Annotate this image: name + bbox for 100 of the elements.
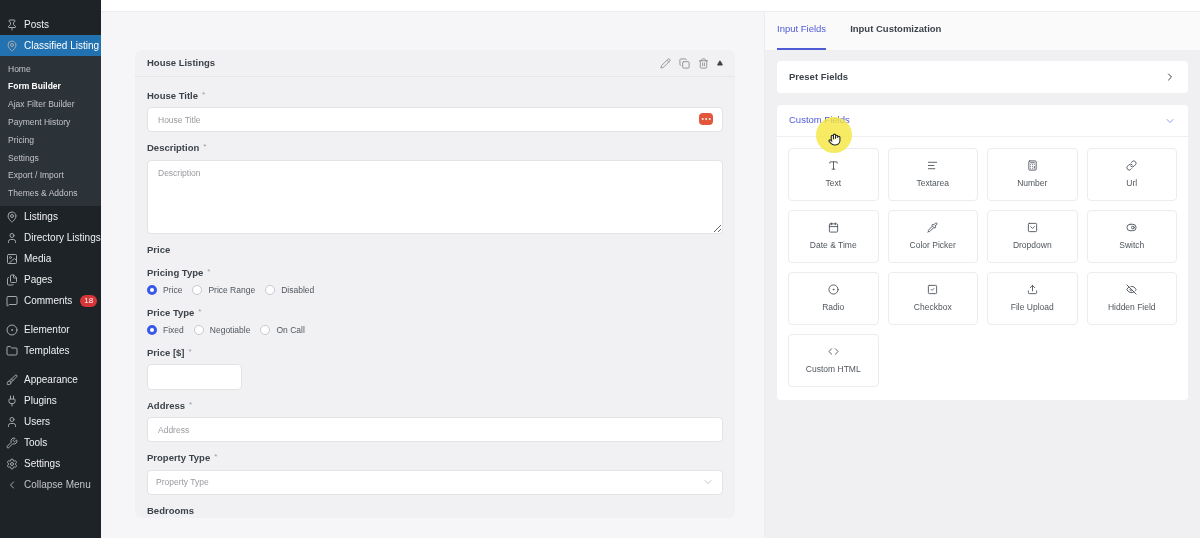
- collapse-caret-icon[interactable]: [717, 60, 723, 66]
- sidebar-label: Pages: [24, 273, 53, 288]
- checkbox-icon: [927, 283, 939, 295]
- submenu-item[interactable]: Payment History: [0, 113, 101, 132]
- field-type-tile[interactable]: Custom HTML: [788, 334, 879, 387]
- sidebar-label: Plugins: [24, 394, 57, 409]
- submenu-item[interactable]: Pricing: [0, 131, 101, 149]
- eye-off-icon: [1126, 283, 1138, 295]
- sidebar-item[interactable]: Directory Listings: [0, 227, 101, 249]
- sidebar-label: Posts: [24, 18, 49, 32]
- upload-icon: [1026, 283, 1038, 295]
- field-label: House Title: [147, 89, 199, 103]
- field-label: Description: [147, 141, 200, 156]
- map-pin-icon: [6, 210, 18, 223]
- field-type-tile[interactable]: Textarea: [887, 148, 978, 201]
- copy-icon[interactable]: [679, 57, 690, 69]
- field-type-tile[interactable]: Color Picker: [887, 210, 978, 263]
- radio-label: Fixed: [163, 324, 184, 337]
- panel-tab[interactable]: Input Customization: [850, 21, 942, 50]
- map-pin-icon: [6, 39, 18, 52]
- field-type-tile[interactable]: Checkbox: [887, 272, 978, 325]
- sidebar-label: Settings: [24, 457, 61, 472]
- sidebar-item[interactable]: Settings: [0, 453, 101, 475]
- user-icon: [6, 415, 18, 428]
- field-type-tile[interactable]: File Upload: [987, 272, 1078, 325]
- tile-label: Textarea: [916, 176, 950, 190]
- field-label: Pricing Type: [147, 265, 204, 280]
- submenu-item[interactable]: Form Builder: [0, 77, 101, 96]
- radio-button[interactable]: [193, 325, 204, 336]
- text-field[interactable]: House Title: [147, 107, 723, 133]
- pages-icon: [6, 273, 18, 286]
- tile-label: Date & Time: [809, 238, 857, 252]
- required-mark: *: [214, 451, 218, 464]
- media-icon: [6, 252, 18, 265]
- brush-icon: [6, 373, 18, 386]
- hand-cursor-icon: [827, 132, 841, 146]
- accordion-title: Preset Fields: [789, 69, 849, 84]
- sidebar-item[interactable]: Elementor: [0, 319, 101, 341]
- field-type-tile[interactable]: Dropdown: [987, 210, 1078, 263]
- tile-label: Custom HTML: [805, 362, 861, 376]
- field-type-tile[interactable]: Radio: [788, 272, 879, 325]
- sidebar-item[interactable]: Media: [0, 248, 101, 270]
- submenu-item[interactable]: Export / Import: [0, 166, 101, 185]
- radio-icon: [827, 283, 839, 295]
- textarea-field[interactable]: Description: [147, 159, 723, 234]
- radio-button[interactable]: [260, 325, 271, 336]
- sidebar-item[interactable]: Classified Listing: [0, 35, 101, 56]
- radio-button[interactable]: [147, 285, 157, 296]
- tile-label: Checkbox: [913, 300, 952, 314]
- sidebar-item[interactable]: Users: [0, 411, 101, 433]
- required-mark: *: [202, 89, 206, 101]
- number-field[interactable]: [147, 364, 242, 390]
- sidebar-item[interactable]: Listings: [0, 206, 101, 228]
- field-type-tile[interactable]: Switch: [1086, 210, 1177, 263]
- sidebar-label: Listings: [24, 210, 58, 225]
- sidebar-label: Users: [24, 415, 51, 430]
- text-field[interactable]: Address: [147, 417, 723, 443]
- sidebar-item[interactable]: Plugins: [0, 390, 101, 412]
- trash-icon[interactable]: [698, 57, 709, 69]
- required-mark: *: [198, 305, 202, 318]
- tile-label: Url: [1126, 176, 1138, 190]
- sidebar-item[interactable]: Templates: [0, 340, 101, 362]
- sidebar-item[interactable]: Collapse Menu: [0, 474, 101, 496]
- sidebar-label: Elementor: [24, 323, 70, 338]
- tile-label: Number: [1017, 176, 1048, 190]
- link-icon: [1126, 159, 1138, 171]
- tile-label: File Upload: [1010, 300, 1054, 314]
- sidebar-label: Comments: [24, 294, 73, 309]
- radio-label: Disabled: [281, 284, 315, 297]
- radio-button[interactable]: [192, 285, 203, 296]
- sidebar-item[interactable]: Pages: [0, 269, 101, 291]
- pipette-icon: [927, 221, 939, 233]
- code-icon: [827, 345, 839, 357]
- field-type-tile[interactable]: Date & Time: [788, 210, 879, 263]
- sidebar-item[interactable]: Tools: [0, 432, 101, 454]
- circle-logo-icon: [6, 323, 18, 336]
- lines-icon: [927, 159, 939, 171]
- sidebar-item[interactable]: Appearance: [0, 369, 101, 391]
- text-icon: [827, 159, 839, 171]
- sidebar-label: Templates: [24, 344, 70, 359]
- sidebar-item[interactable]: Posts: [0, 14, 101, 35]
- submenu-item[interactable]: Themes & Addons: [0, 184, 101, 203]
- dots-icon[interactable]: [699, 113, 713, 126]
- sidebar-label: Media: [24, 252, 52, 267]
- radio-button[interactable]: [265, 285, 276, 296]
- radio-button[interactable]: [147, 325, 157, 336]
- submenu-item[interactable]: Settings: [0, 149, 101, 167]
- submenu-item[interactable]: Home: [0, 60, 101, 78]
- submenu-item[interactable]: Ajax Filter Builder: [0, 95, 101, 114]
- field-label: Property Type: [147, 451, 211, 466]
- required-mark: *: [207, 265, 211, 278]
- sidebar-label: Directory Listings: [24, 231, 101, 246]
- accordion-header[interactable]: Preset Fields: [777, 61, 1188, 93]
- field-type-tile[interactable]: Url: [1086, 148, 1177, 201]
- settings-icon: [6, 457, 18, 470]
- field-type-tile[interactable]: Hidden Field: [1086, 272, 1177, 325]
- edit-icon[interactable]: [660, 57, 671, 69]
- field-type-tile[interactable]: Number: [987, 148, 1078, 201]
- sidebar-item[interactable]: Comments 18: [0, 290, 101, 312]
- folder-icon: [6, 344, 18, 357]
